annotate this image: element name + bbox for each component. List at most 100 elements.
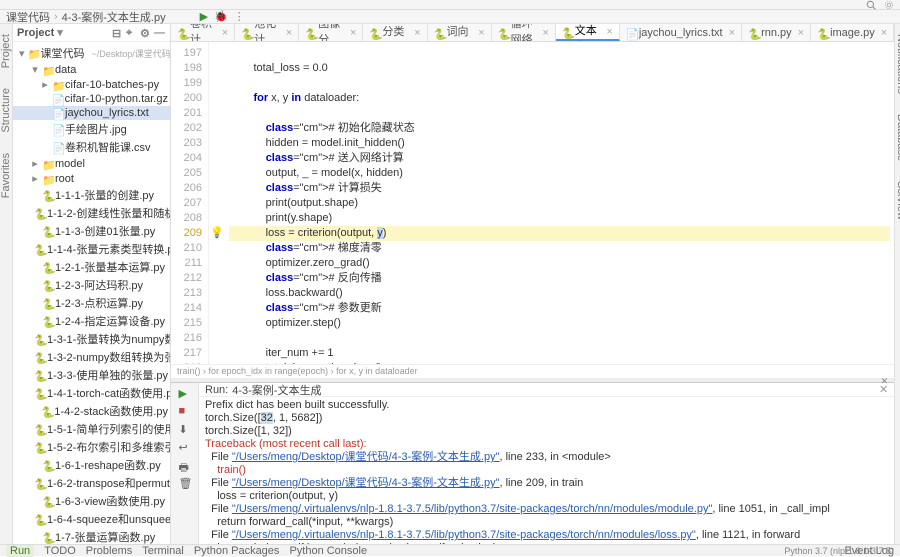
locate-icon[interactable]: ⌖	[126, 27, 138, 39]
collapse-all-icon[interactable]: ⊟	[112, 27, 124, 39]
editor-tab[interactable]: 📄jaychou_lyrics.txt×	[620, 24, 742, 41]
tree-file[interactable]: 📄手绘图片.jpg	[13, 120, 170, 138]
status-terminal[interactable]: Terminal	[142, 545, 184, 557]
tree-file[interactable]: 🐍1-2-1-张量基本运算.py	[13, 258, 170, 276]
status-python-packages[interactable]: Python Packages	[194, 545, 280, 557]
editor-tab[interactable]: 🐍4-3-案例-文本生成.py×	[556, 24, 620, 41]
tree-folder[interactable]: ▸📁cifar-10-batches-py	[13, 77, 170, 92]
status-todo[interactable]: TODO	[44, 545, 76, 557]
tree-file[interactable]: 🐍1-7-张量运算函数.py	[13, 528, 170, 544]
rerun-icon[interactable]: ▶	[179, 387, 191, 399]
tree-file[interactable]: 🐍1-2-4-指定运算设备.py	[13, 312, 170, 330]
run-config-name[interactable]: 4-3-案例-文本生成	[232, 383, 321, 398]
console-output[interactable]: Prefix dict has been built successfully.…	[199, 397, 894, 544]
gear-icon[interactable]: ⚙	[140, 27, 152, 39]
tree-file[interactable]: 🐍1-6-3-view函数使用.py	[13, 492, 170, 510]
python-file-icon: 🐍	[42, 532, 52, 542]
status-bar: Run TODO Problems Terminal Python Packag…	[0, 544, 900, 556]
close-tab-icon[interactable]: ×	[222, 27, 228, 39]
tree-folder[interactable]: ▸📁root	[13, 171, 170, 186]
tree-file[interactable]: 🐍1-5-1-简单行列索引的使用.py	[13, 420, 170, 438]
editor-tab[interactable]: 🐍3-2-卷积计算.py×	[171, 24, 235, 41]
status-interpreter[interactable]: Python 3.7 (nlp-1.8.1-3.7.5)	[784, 546, 894, 556]
breadcrumb-root[interactable]: 课堂代码	[6, 9, 50, 25]
file-icon: 📄	[52, 124, 62, 134]
tree-file[interactable]: 🐍1-6-2-transpose和permute函数.py	[13, 474, 170, 492]
breadcrumb-file[interactable]: 4-3-案例-文本生成.py	[62, 9, 166, 25]
python-file-icon: 🐍	[369, 28, 379, 38]
tree-file[interactable]: 🐍1-1-2-创建线性张量和随机张量.py	[13, 204, 170, 222]
tree-folder[interactable]: ▾📁data	[13, 62, 170, 77]
close-tab-icon[interactable]: ×	[881, 27, 887, 39]
sciview-tab[interactable]: SciView	[895, 177, 900, 224]
close-tab-icon[interactable]: ×	[414, 27, 420, 39]
code-editor[interactable]: total_loss = 0.0 for x, y in dataloader:…	[225, 42, 894, 364]
structure-tool-tab[interactable]: Structure	[0, 84, 12, 137]
debug-icon[interactable]: 🐞	[214, 10, 228, 23]
status-python-console[interactable]: Python Console	[289, 545, 367, 557]
editor-tab[interactable]: 🐍rnn.py×	[742, 24, 811, 41]
tree-file[interactable]: 🐍1-1-1-张量的创建.py	[13, 186, 170, 204]
folder-icon: 📁	[52, 80, 62, 90]
tree-root[interactable]: ▾ 📁 课堂代码 ~/Desktop/课堂代码	[13, 44, 170, 62]
tree-file[interactable]: 🐍1-6-4-squeeze和unsqueeze函数使用.py	[13, 510, 170, 528]
editor-tab[interactable]: 🐍4-1-词向量.py×	[428, 24, 492, 41]
run-console[interactable]: Run: 4-3-案例-文本生成 ✕ Prefix dict has been …	[199, 383, 894, 544]
tree-file[interactable]: 🐍1-4-1-torch-cat函数使用.py	[13, 384, 170, 402]
tree-file[interactable]: 🐍1-3-2-numpy数组转换为张量.py	[13, 348, 170, 366]
step-down-icon[interactable]: ⬇	[179, 423, 191, 435]
close-tab-icon[interactable]: ×	[478, 27, 484, 39]
traceback-file-link[interactable]: "/Users/meng/.virtualenvs/nlp-1.8.1-3.7.…	[232, 503, 712, 515]
project-tree[interactable]: ▾ 📁 课堂代码 ~/Desktop/课堂代码 ▾📁data▸📁cifar-10…	[13, 42, 170, 544]
project-tool-tab[interactable]: Project	[0, 30, 12, 72]
editor-tab[interactable]: 🐍image.py×	[811, 24, 894, 41]
tree-file[interactable]: 🐍1-3-1-张量转换为numpy数组.py	[13, 330, 170, 348]
folder-icon: 📁	[42, 159, 52, 169]
close-tab-icon[interactable]: ×	[798, 27, 804, 39]
tree-file[interactable]: 🐍1-2-3-点积运算.py	[13, 294, 170, 312]
tree-file[interactable]: 🐍1-6-1-reshape函数.py	[13, 456, 170, 474]
intention-bulb-icon[interactable]: 💡	[210, 226, 224, 241]
traceback-file-link[interactable]: "/Users/meng/Desktop/课堂代码/4-3-案例-文本生成.py…	[232, 451, 500, 463]
tree-file[interactable]: 🐍1-1-4-张量元素类型转换.py	[13, 240, 170, 258]
favorites-tool-tab[interactable]: Favorites	[0, 149, 12, 202]
editor-tab[interactable]: 🐍3-4-图像分类.py×	[299, 24, 363, 41]
editor-breadcrumb[interactable]: train() › for epoch_idx in range(epoch) …	[171, 364, 894, 378]
close-tab-icon[interactable]: ×	[729, 27, 735, 39]
run-play-icon[interactable]: ▶	[200, 10, 208, 23]
editor-tab[interactable]: 🐍3-4-图像分类完成.py×	[363, 24, 427, 41]
close-tab-icon[interactable]: ×	[286, 27, 292, 39]
soft-wrap-icon[interactable]: ↩	[179, 441, 191, 453]
stop-icon[interactable]: ■	[179, 405, 191, 417]
search-icon[interactable]	[866, 0, 876, 10]
editor-tab[interactable]: 🐍3-3-池化计算.py×	[235, 24, 299, 41]
tree-file[interactable]: 📄卷积机智能课.csv	[13, 138, 170, 156]
traceback-file-link[interactable]: "/Users/meng/.virtualenvs/nlp-1.8.1-3.7.…	[232, 529, 696, 541]
print-icon[interactable]: 🖶	[179, 459, 191, 471]
run-status-button[interactable]: Run	[6, 545, 34, 557]
notifications-tab[interactable]: Notifications	[895, 30, 900, 98]
more-run-icon[interactable]: ⋮	[234, 10, 245, 23]
hide-panel-icon[interactable]: —	[154, 27, 166, 39]
trash-icon[interactable]: 🗑	[179, 477, 191, 489]
tree-folder[interactable]: ▸📁model	[13, 156, 170, 171]
close-tab-icon[interactable]: ×	[542, 27, 548, 39]
editor-tabs[interactable]: 🐍3-2-卷积计算.py×🐍3-3-池化计算.py×🐍3-4-图像分类.py×🐍…	[171, 24, 894, 42]
chevron-right-icon: ›	[54, 11, 58, 23]
gear-icon[interactable]	[884, 0, 894, 10]
tree-file[interactable]: 🐍1-5-2-布尔索引和多维索引.py	[13, 438, 170, 456]
tree-file[interactable]: 📄cifar-10-python.tar.gz	[13, 92, 170, 106]
tree-file[interactable]: 🐍1-4-2-stack函数使用.py	[13, 402, 170, 420]
split-handle[interactable]	[171, 378, 894, 382]
tree-file[interactable]: 🐍1-2-3-阿达玛积.py	[13, 276, 170, 294]
close-tab-icon[interactable]: ×	[350, 27, 356, 39]
tree-file[interactable]: 🐍1-1-3-创建01张量.py	[13, 222, 170, 240]
status-problems[interactable]: Problems	[86, 545, 132, 557]
tree-file[interactable]: 📄jaychou_lyrics.txt	[13, 106, 170, 120]
python-file-icon: 🐍	[42, 496, 52, 506]
editor-tab[interactable]: 🐍4-2-循环网络层.py×	[492, 24, 556, 41]
traceback-file-link[interactable]: "/Users/meng/Desktop/课堂代码/4-3-案例-文本生成.py…	[232, 477, 500, 489]
close-tab-icon[interactable]: ×	[606, 26, 612, 38]
database-tab[interactable]: Database	[895, 110, 900, 165]
tree-file[interactable]: 🐍1-3-3-使用单独的张量.py	[13, 366, 170, 384]
